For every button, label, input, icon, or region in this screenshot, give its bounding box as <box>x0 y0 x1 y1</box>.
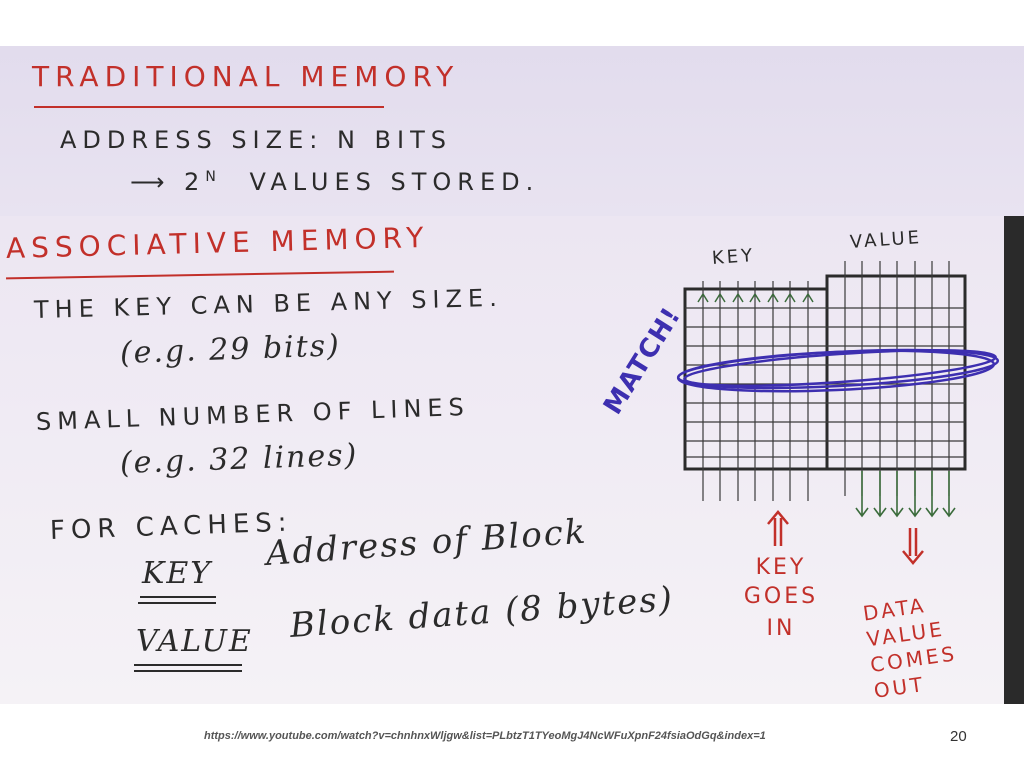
value-box <box>825 274 967 471</box>
diagram-key-label: KEY <box>711 245 756 269</box>
key-goes-in-line-3: IN <box>766 616 796 641</box>
data-value-out-note: DATA VALUE COMES OUT <box>861 584 994 704</box>
key-goes-in-line-2: GOES <box>743 584 819 609</box>
key-goes-in-line-1: KEY <box>755 555 807 580</box>
data-out-down-arrow <box>902 528 924 565</box>
key-goes-in-note: KEY GOES IN <box>736 554 826 646</box>
slide: TRADITIONAL MEMORY ADDRESS SIZE: N BITS … <box>0 0 1024 768</box>
slide-number: 20 <box>950 728 967 745</box>
source-video-link[interactable]: https://www.youtube.com/watch?v=chnhnxWl… <box>204 730 766 742</box>
key-in-up-arrow <box>767 510 789 546</box>
grid-lines <box>685 261 965 501</box>
whiteboard-photo: TRADITIONAL MEMORY ADDRESS SIZE: N BITS … <box>0 46 1024 704</box>
value-out-arrows <box>855 471 956 518</box>
match-ellipse <box>676 348 1000 393</box>
grid-outline <box>683 274 967 471</box>
key-box <box>683 287 829 471</box>
